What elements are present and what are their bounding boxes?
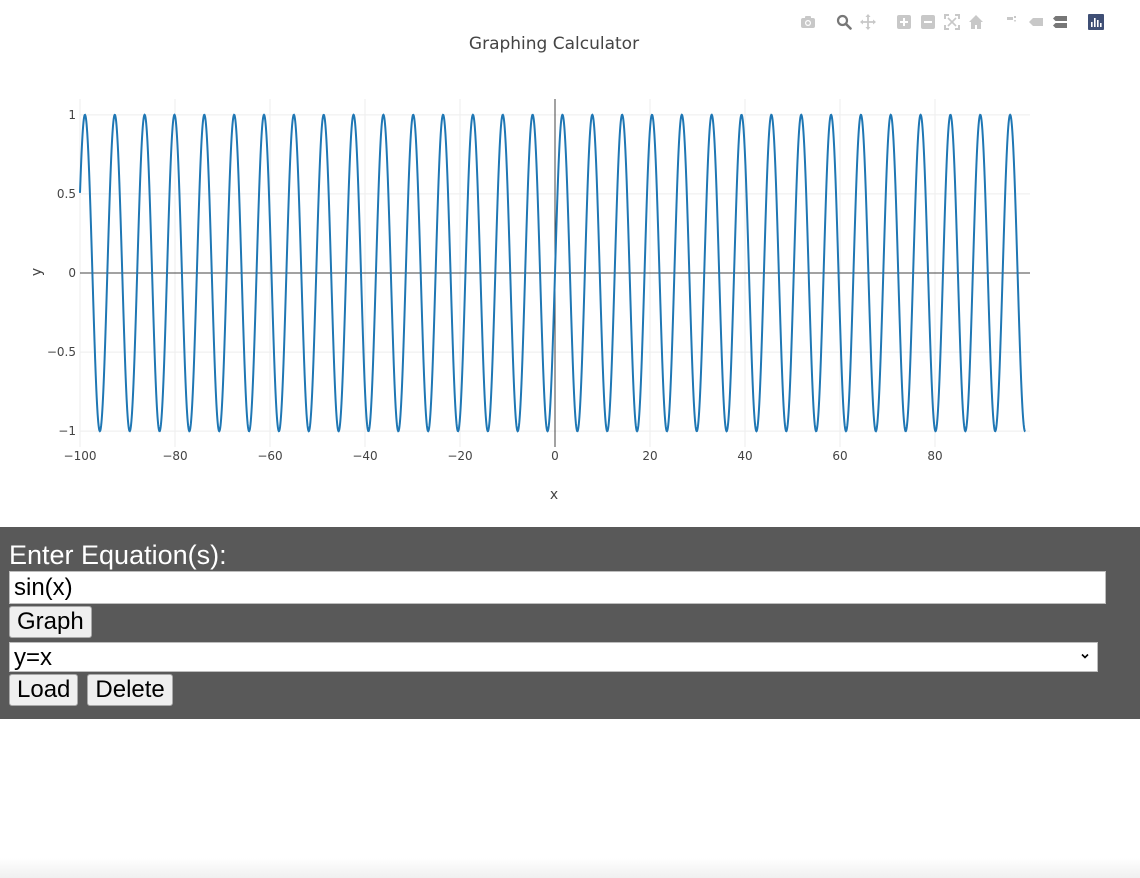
y-tick-label: −1: [58, 424, 76, 438]
chart[interactable]: −100 −80 −60 −40 −20 0 20 40 60 80 1 0.5 0 −0.5 −1 Gr…: [0, 0, 1140, 527]
equation-input[interactable]: [9, 571, 1106, 604]
chevron-down-icon: [1081, 653, 1089, 659]
zoom-in-icon[interactable]: [896, 14, 912, 30]
saved-equation-actions: Load Delete: [9, 674, 1140, 706]
hover-closest-icon[interactable]: [1028, 14, 1044, 30]
saved-equations-select[interactable]: y=x: [9, 642, 1098, 672]
x-tick-label: 20: [642, 449, 657, 463]
spike-lines-icon[interactable]: [1004, 14, 1020, 30]
x-tick-label: −60: [257, 449, 282, 463]
x-tick-label: 60: [832, 449, 847, 463]
y-axis-label: y: [29, 268, 45, 276]
x-axis-label: x: [550, 487, 558, 503]
zoom-icon[interactable]: [836, 14, 852, 30]
plot-toolbar: [792, 14, 1104, 30]
x-tick-label: 40: [737, 449, 752, 463]
y-tick-label: 0.5: [57, 187, 76, 201]
y-tick-label: 0: [68, 266, 76, 280]
x-tick-label: −20: [447, 449, 472, 463]
x-axis-ticks: −100 −80 −60 −40 −20 0 20 40 60 80: [64, 449, 943, 463]
load-button[interactable]: Load: [9, 674, 79, 706]
plotly-logo-icon[interactable]: [1088, 14, 1104, 30]
equation-panel: Enter Equation(s): Graph y=x Load Delete: [0, 527, 1140, 719]
delete-button[interactable]: Delete: [87, 674, 173, 706]
x-tick-label: −80: [162, 449, 187, 463]
hover-compare-icon[interactable]: [1052, 14, 1068, 30]
y-axis-ticks: 1 0.5 0 −0.5 −1: [47, 108, 76, 438]
zoom-out-icon[interactable]: [920, 14, 936, 30]
camera-icon[interactable]: [800, 14, 816, 30]
autoscale-icon[interactable]: [944, 14, 960, 30]
saved-equations-selected-value: y=x: [14, 644, 53, 671]
x-tick-label: 80: [927, 449, 942, 463]
y-tick-label: −0.5: [47, 345, 76, 359]
graph-button[interactable]: Graph: [9, 606, 92, 638]
x-tick-label: −40: [352, 449, 377, 463]
x-tick-label: −100: [64, 449, 97, 463]
y-tick-label: 1: [68, 108, 76, 122]
plot-area[interactable]: −100 −80 −60 −40 −20 0 20 40 60 80 1 0.5 0 −0.5 −1 Gr…: [0, 0, 1140, 527]
x-tick-label: 0: [551, 449, 559, 463]
home-icon[interactable]: [968, 14, 984, 30]
equation-label: Enter Equation(s):: [9, 540, 227, 570]
page-bottom-shade: [0, 858, 1140, 878]
chart-title: Graphing Calculator: [469, 34, 639, 54]
pan-icon[interactable]: [860, 14, 876, 30]
